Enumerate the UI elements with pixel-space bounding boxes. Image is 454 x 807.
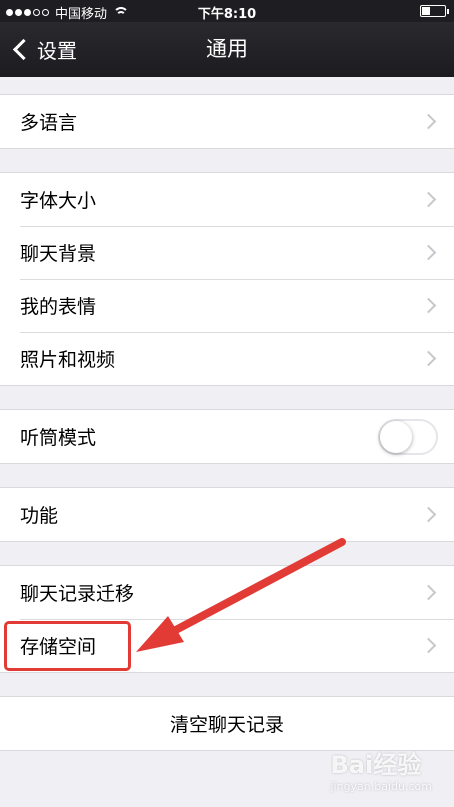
row-storage-space[interactable]: 存储空间 bbox=[0, 619, 454, 672]
chevron-right-icon bbox=[420, 350, 437, 366]
chevron-right-icon bbox=[420, 244, 437, 260]
navigation-bar: 设置 通用 bbox=[0, 22, 454, 77]
battery-icon bbox=[420, 5, 449, 17]
chevron-right-icon bbox=[420, 113, 437, 129]
watermark-logo: Bai经验 jingyan.baidu.com bbox=[330, 751, 432, 793]
page-title: 通用 bbox=[206, 37, 248, 61]
row-features[interactable]: 功能 bbox=[0, 488, 454, 541]
clear-chat-history-button[interactable]: 清空聊天记录 bbox=[0, 697, 454, 750]
settings-group-language: 多语言 bbox=[0, 94, 454, 149]
chevron-right-icon bbox=[420, 584, 437, 600]
row-chat-background[interactable]: 聊天背景 bbox=[0, 226, 454, 279]
settings-group-earpiece: 听筒模式 bbox=[0, 409, 454, 464]
row-photos-videos[interactable]: 照片和视频 bbox=[0, 332, 454, 385]
row-multilanguage[interactable]: 多语言 bbox=[0, 95, 454, 148]
settings-group-display: 字体大小 聊天背景 我的表情 照片和视频 bbox=[0, 172, 454, 386]
row-label: 功能 bbox=[20, 505, 59, 527]
row-font-size[interactable]: 字体大小 bbox=[0, 173, 454, 226]
row-earpiece-mode: 听筒模式 bbox=[0, 410, 454, 463]
chevron-right-icon bbox=[420, 191, 437, 207]
row-label: 字体大小 bbox=[20, 190, 97, 212]
row-label: 清空聊天记录 bbox=[169, 714, 284, 736]
chevron-right-icon bbox=[420, 637, 437, 653]
chevron-right-icon bbox=[420, 297, 437, 313]
row-label: 我的表情 bbox=[20, 296, 97, 318]
earpiece-mode-toggle[interactable] bbox=[378, 418, 438, 455]
settings-group-features: 功能 bbox=[0, 487, 454, 542]
chevron-right-icon bbox=[420, 506, 437, 522]
row-label: 存储空间 bbox=[20, 636, 97, 658]
row-label: 听筒模式 bbox=[20, 427, 97, 449]
toggle-knob bbox=[380, 420, 412, 453]
status-time: 下午8:10 bbox=[197, 7, 257, 22]
settings-group-clear: 清空聊天记录 bbox=[0, 696, 454, 751]
row-label: 照片和视频 bbox=[20, 349, 116, 371]
row-label: 聊天背景 bbox=[20, 243, 97, 265]
row-label: 聊天记录迁移 bbox=[20, 583, 135, 605]
row-label: 多语言 bbox=[20, 112, 78, 134]
status-bar: 中国移动 下午8:10 bbox=[0, 0, 454, 22]
row-my-stickers[interactable]: 我的表情 bbox=[0, 279, 454, 332]
settings-group-storage: 聊天记录迁移 存储空间 bbox=[0, 565, 454, 673]
row-chat-history-migration[interactable]: 聊天记录迁移 bbox=[0, 566, 454, 619]
